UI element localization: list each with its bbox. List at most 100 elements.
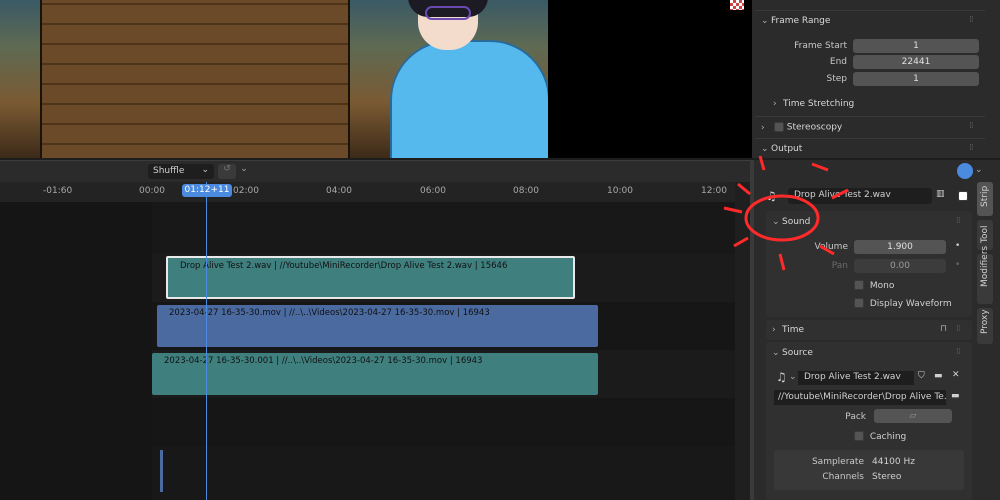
chevron-down-icon[interactable]: ⌄: [238, 164, 250, 179]
close-icon[interactable]: ✕: [952, 370, 960, 380]
ruler-tick: 10:00: [607, 186, 633, 196]
stereoscopy-panel: › Stereoscopy ⁞⁞: [755, 116, 985, 136]
display-waveform-option[interactable]: Display Waveform: [854, 298, 952, 309]
chest-graphic: [40, 0, 350, 158]
tab-modifiers[interactable]: Modifiers: [977, 245, 993, 304]
frame-range-title: Frame Range: [771, 16, 831, 26]
drag-grip-icon[interactable]: ⁞⁞: [969, 143, 974, 153]
fake-user-shield-icon[interactable]: ⛉: [918, 371, 925, 381]
ruler-tick: 04:00: [326, 186, 352, 196]
drag-grip-icon[interactable]: ⁞⁞: [956, 216, 961, 226]
playback-mode-value: Shuffle: [153, 166, 185, 176]
open-folder-icon[interactable]: ▬: [934, 371, 943, 381]
movie-strip[interactable]: 2023-04-27 16-35-30.mov | //..\..\Videos…: [157, 305, 598, 347]
folder-icon[interactable]: ▬: [951, 391, 960, 401]
frame-start-field[interactable]: 1: [853, 39, 979, 53]
source-header[interactable]: ⌄ Source: [772, 348, 813, 358]
annotation-circle-mark: [723, 155, 849, 271]
mono-label: Mono: [869, 280, 895, 291]
tab-strip[interactable]: Strip: [977, 182, 993, 216]
snapping-icon[interactable]: ↺: [218, 164, 236, 179]
source-panel: ⌄ Source ⁞⁞ ♫ ⌄ Drop Alive Test 2.wav ⛉ ▬…: [766, 342, 972, 500]
filepath-field[interactable]: //Youtube\MiniRecorder\Drop Alive Te...: [774, 390, 946, 405]
strip-enabled-checkbox[interactable]: [958, 191, 968, 201]
playback-mode-dropdown[interactable]: Shuffle ⌄: [148, 164, 214, 179]
frame-range-panel: ⌄ Frame Range ⁞⁞ Frame Start 1 End 22441 …: [755, 10, 985, 114]
chevron-down-icon: ⌄: [761, 16, 769, 26]
frame-end-field[interactable]: 22441: [853, 55, 979, 69]
sound-datablock-field[interactable]: Drop Alive Test 2.wav: [798, 371, 914, 385]
playhead-frame-indicator[interactable]: 01:12+11: [182, 184, 232, 197]
strip-fragment[interactable]: [160, 450, 163, 492]
timeline-out-of-range: [0, 202, 152, 500]
samplerate-label: Samplerate: [811, 457, 864, 467]
volume-field[interactable]: 1.900: [854, 240, 946, 254]
chevron-down-icon[interactable]: ⌄: [975, 165, 983, 175]
tab-proxy-label: Proxy: [980, 309, 990, 334]
display-waveform-label: Display Waveform: [869, 298, 952, 309]
chevron-right-icon: ›: [773, 99, 777, 109]
character-glasses-graphic: [425, 6, 471, 20]
pan-field[interactable]: 0.00: [854, 259, 946, 273]
time-title: Time: [782, 325, 805, 335]
sound-strip[interactable]: 2023-04-27 16-35-30.001 | //..\..\Videos…: [152, 353, 598, 395]
frame-step-field[interactable]: 1: [853, 72, 979, 86]
strip-label: 2023-04-27 16-35-30.mov | //..\..\Videos…: [169, 308, 490, 318]
drag-grip-icon[interactable]: ⁞⁞: [969, 15, 974, 25]
strip-label: Drop Alive Test 2.wav | //Youtube\MiniRe…: [180, 261, 508, 271]
pack-icon: ▱: [909, 411, 917, 421]
chevron-down-icon[interactable]: ⌄: [789, 372, 797, 382]
music-note-icon[interactable]: ♫: [776, 370, 787, 384]
overlay-icon[interactable]: [957, 163, 973, 179]
frame-end-label: End: [829, 57, 847, 67]
sound-info-box: Samplerate 44100 Hz Channels Stereo: [774, 450, 964, 490]
frame-range-header[interactable]: ⌄ Frame Range: [761, 16, 830, 26]
tab-modifiers-label: Modifiers: [980, 245, 990, 287]
keyframe-dot-icon[interactable]: •: [955, 260, 960, 270]
chevron-down-icon: ⌄: [772, 348, 780, 358]
time-stretching-title: Time Stretching: [783, 99, 855, 109]
source-title: Source: [782, 348, 813, 358]
sound-strip-selected[interactable]: Drop Alive Test 2.wav | //Youtube\MiniRe…: [166, 256, 575, 299]
tab-proxy[interactable]: Proxy: [977, 308, 993, 344]
pack-button[interactable]: ▱: [874, 409, 952, 423]
stereoscopy-header[interactable]: › Stereoscopy: [761, 122, 842, 133]
time-panel: › Time ⊓ ⁞⁞: [766, 320, 972, 340]
ruler-tick: 00:00: [139, 186, 165, 196]
lock-icon[interactable]: ⊓: [940, 324, 947, 334]
playhead-line[interactable]: [206, 182, 207, 500]
stereoscopy-checkbox[interactable]: [773, 122, 784, 132]
sound-datablock-row: ♫ ⌄ Drop Alive Test 2.wav ⛉ ▬ ✕: [774, 370, 964, 387]
stereoscopy-title: Stereoscopy: [786, 122, 843, 133]
ruler-tick: -01:60: [43, 186, 73, 196]
mono-option[interactable]: Mono: [854, 280, 894, 291]
mono-checkbox[interactable]: [854, 280, 864, 290]
strip-lock-icon[interactable]: ▥: [936, 189, 945, 199]
ruler-tick: 02:00: [233, 186, 259, 196]
tab-strip-label: Strip: [980, 185, 990, 207]
keyframe-dot-icon[interactable]: •: [955, 241, 960, 251]
frame-step-label: Step: [826, 74, 848, 84]
caching-checkbox[interactable]: [854, 431, 864, 441]
drag-grip-icon[interactable]: ⁞⁞: [956, 347, 961, 357]
ruler-tick: 08:00: [513, 186, 539, 196]
render-icon: [730, 0, 744, 10]
frame-start-label: Frame Start: [794, 41, 847, 51]
caching-label: Caching: [869, 431, 907, 442]
sequencer-preview[interactable]: [0, 0, 752, 158]
strip-label: 2023-04-27 16-35-30.001 | //..\..\Videos…: [164, 356, 483, 366]
time-header[interactable]: › Time: [772, 325, 804, 335]
channels-label: Channels: [822, 472, 864, 482]
chevron-right-icon: ›: [761, 122, 765, 133]
caching-option[interactable]: Caching: [854, 431, 906, 442]
tab-tool-label: Tool: [980, 225, 990, 243]
timeline-header: Shuffle ⌄ ↺ ⌄: [0, 160, 752, 182]
time-stretching-header[interactable]: › Time Stretching: [773, 99, 854, 109]
ruler-tick: 06:00: [420, 186, 446, 196]
display-waveform-checkbox[interactable]: [854, 298, 864, 308]
chevron-down-icon: ⌄: [201, 165, 209, 175]
drag-grip-icon[interactable]: ⁞⁞: [956, 324, 961, 334]
timeline-ruler[interactable]: -01:60 00:00 02:00 04:00 06:00 08:00 10:…: [0, 182, 735, 202]
drag-grip-icon[interactable]: ⁞⁞: [969, 121, 974, 131]
channels-value: Stereo: [872, 472, 902, 482]
